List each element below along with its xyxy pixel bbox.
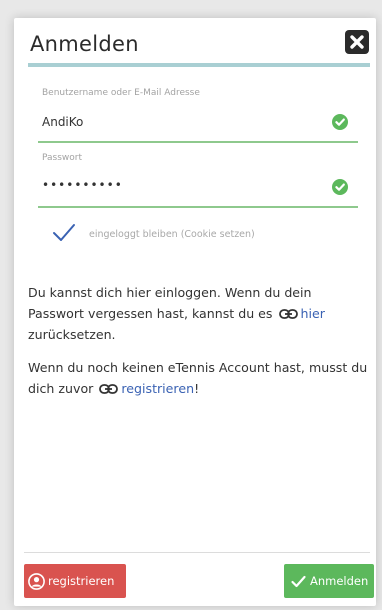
register-link[interactable]: registrieren — [121, 381, 194, 396]
remember-checkbox[interactable] — [52, 223, 76, 243]
title-divider — [28, 63, 370, 67]
password-underline — [38, 206, 358, 208]
check-icon — [291, 575, 306, 587]
remember-label[interactable]: eingeloggt bleiben (Cookie setzen) — [89, 229, 255, 240]
info-text-2-after: ! — [194, 381, 200, 396]
check-circle-icon — [332, 114, 348, 130]
login-button-label: Anmelden — [310, 574, 369, 588]
dialog-title: Anmelden — [30, 32, 139, 56]
close-icon[interactable] — [345, 30, 369, 54]
link-icon — [99, 384, 119, 394]
password-input[interactable]: •••••••••• — [42, 178, 123, 192]
register-button[interactable]: registrieren — [24, 564, 126, 598]
reset-password-link[interactable]: hier — [301, 306, 325, 321]
check-circle-icon — [332, 179, 348, 195]
forgot-password-info: Du kannst dich hier einloggen. Wenn du d… — [28, 282, 368, 345]
password-label: Passwort — [42, 153, 83, 163]
info-text-1: Du kannst dich hier einloggen. Wenn du d… — [28, 285, 312, 321]
register-button-label: registrieren — [48, 574, 115, 588]
footer-divider — [24, 552, 370, 553]
username-underline — [38, 141, 358, 143]
login-button[interactable]: Anmelden — [284, 564, 374, 598]
login-dialog: Anmelden Benutzername oder E-Mail Adress… — [14, 18, 376, 606]
username-input[interactable]: AndiKo — [42, 115, 83, 129]
register-info: Wenn du noch keinen eTennis Account hast… — [28, 357, 368, 399]
link-icon — [278, 309, 298, 319]
username-label: Benutzername oder E-Mail Adresse — [42, 88, 200, 98]
info-text-1-after: zurücksetzen. — [28, 327, 116, 342]
user-circle-icon — [28, 572, 45, 590]
